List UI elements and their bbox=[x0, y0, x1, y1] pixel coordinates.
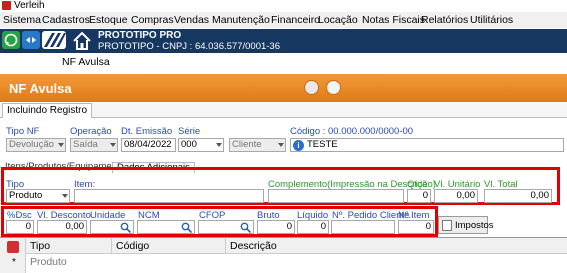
tab-incluindo-registro[interactable]: Incluindo Registro bbox=[2, 103, 93, 118]
tipo-nf-select[interactable]: Devolução bbox=[6, 138, 66, 152]
info-icon: i bbox=[293, 140, 304, 151]
search-icon[interactable] bbox=[181, 222, 192, 233]
record-tab-strip: Incluindo Registro bbox=[0, 103, 567, 118]
menu-financeiro[interactable]: Financeiro bbox=[271, 14, 320, 26]
tab-nf-avulsa[interactable]: NF Avulsa bbox=[62, 56, 110, 68]
n-item-input[interactable]: 0 bbox=[398, 220, 434, 234]
operacao-select[interactable]: Saída bbox=[70, 138, 118, 152]
bruto-input[interactable]: 0 bbox=[257, 220, 295, 234]
table-row[interactable]: Produto bbox=[26, 254, 567, 273]
grid-header-descricao[interactable]: Descrição bbox=[226, 238, 567, 254]
pct-desc-input[interactable]: 0 bbox=[6, 220, 34, 234]
menu-relatorios[interactable]: Relatórios bbox=[421, 14, 468, 26]
dt-emissao-label: Dt. Emissão bbox=[121, 126, 173, 137]
new-row-marker: * bbox=[12, 257, 16, 268]
destinatario-tipo-select[interactable]: Cliente bbox=[229, 138, 286, 152]
ncm-input[interactable] bbox=[137, 220, 195, 234]
logo-stripes-icon bbox=[42, 31, 66, 49]
impostos-button[interactable]: Impostos bbox=[438, 216, 494, 234]
menu-notas-fiscais[interactable]: Notas Fiscais bbox=[362, 14, 425, 26]
grid-row-indicator: * bbox=[0, 238, 26, 273]
close-circle-icon[interactable] bbox=[326, 80, 341, 95]
delete-icon[interactable] bbox=[7, 241, 19, 253]
menu-sistema[interactable]: Sistema bbox=[3, 14, 41, 26]
operacao-label: Operação bbox=[70, 126, 112, 137]
search-icon[interactable] bbox=[240, 222, 251, 233]
tipo-select[interactable]: Produto bbox=[6, 189, 70, 203]
company-banner: PROTOTIPO PRO PROTOTIPO - CNPJ : 64.036.… bbox=[70, 31, 567, 53]
menu-estoque[interactable]: Estoque bbox=[89, 14, 128, 26]
window-title: Verleih bbox=[14, 0, 45, 11]
menu-bar: Sistema Cadastros Estoque Compras Vendas… bbox=[0, 12, 567, 28]
pedido-cliente-input[interactable] bbox=[331, 220, 395, 234]
chevron-down-icon bbox=[62, 194, 68, 198]
qtde-input[interactable]: 0 bbox=[407, 189, 431, 203]
search-icon[interactable] bbox=[120, 222, 131, 233]
unidade-input[interactable] bbox=[90, 220, 134, 234]
item-input[interactable] bbox=[74, 189, 264, 203]
tipo-nf-label: Tipo NF bbox=[6, 126, 40, 137]
vl-unitario-input[interactable]: 0,00 bbox=[434, 189, 478, 203]
app-icon bbox=[2, 1, 11, 10]
items-grid: * Tipo Código Descrição Produto bbox=[0, 237, 567, 273]
whatsapp-icon[interactable] bbox=[2, 31, 20, 49]
complemento-input[interactable] bbox=[268, 189, 404, 203]
menu-compras[interactable]: Compras bbox=[131, 14, 174, 26]
restore-circle-icon[interactable] bbox=[304, 80, 319, 95]
chevron-down-icon bbox=[110, 143, 116, 147]
serie-label: Série bbox=[178, 126, 201, 137]
liquido-input[interactable]: 0 bbox=[297, 220, 329, 234]
grid-header-tipo[interactable]: Tipo bbox=[26, 238, 112, 254]
serie-select[interactable]: 000 bbox=[178, 138, 224, 152]
dt-emissao-input[interactable]: 08/04/2022 bbox=[121, 138, 176, 152]
cfop-input[interactable] bbox=[198, 220, 254, 234]
vl-desconto-input[interactable]: 0,00 bbox=[37, 220, 87, 234]
main-tab-strip: NF Avulsa bbox=[0, 53, 567, 73]
remote-access-icon[interactable] bbox=[22, 31, 40, 49]
menu-locacao[interactable]: Locação bbox=[318, 14, 358, 26]
chevron-down-icon bbox=[216, 143, 222, 147]
codigo-input[interactable]: i TESTE bbox=[290, 138, 564, 152]
form-header: NF Avulsa bbox=[0, 74, 567, 102]
codigo-label: Código : 00.000.000/0000-00 bbox=[290, 126, 414, 137]
menu-utilitarios[interactable]: Utilitários bbox=[470, 14, 513, 26]
menu-vendas[interactable]: Vendas bbox=[174, 14, 209, 26]
company-cnpj: PROTOTIPO - CNPJ : 64.036.577/0001-36 bbox=[98, 41, 280, 52]
menu-cadastros[interactable]: Cadastros bbox=[42, 14, 90, 26]
menu-manutencao[interactable]: Manutenção bbox=[212, 14, 270, 26]
home-icon[interactable] bbox=[72, 31, 92, 51]
vl-total-input[interactable]: 0,00 bbox=[484, 189, 552, 203]
product-name: PROTOTIPO PRO bbox=[98, 30, 182, 41]
grid-header-codigo[interactable]: Código bbox=[112, 238, 226, 254]
window-titlebar: Verleih bbox=[0, 0, 567, 12]
form-title: NF Avulsa bbox=[9, 81, 72, 96]
chevron-down-icon bbox=[58, 143, 64, 147]
chevron-down-icon bbox=[278, 143, 284, 147]
document-icon bbox=[442, 220, 452, 231]
